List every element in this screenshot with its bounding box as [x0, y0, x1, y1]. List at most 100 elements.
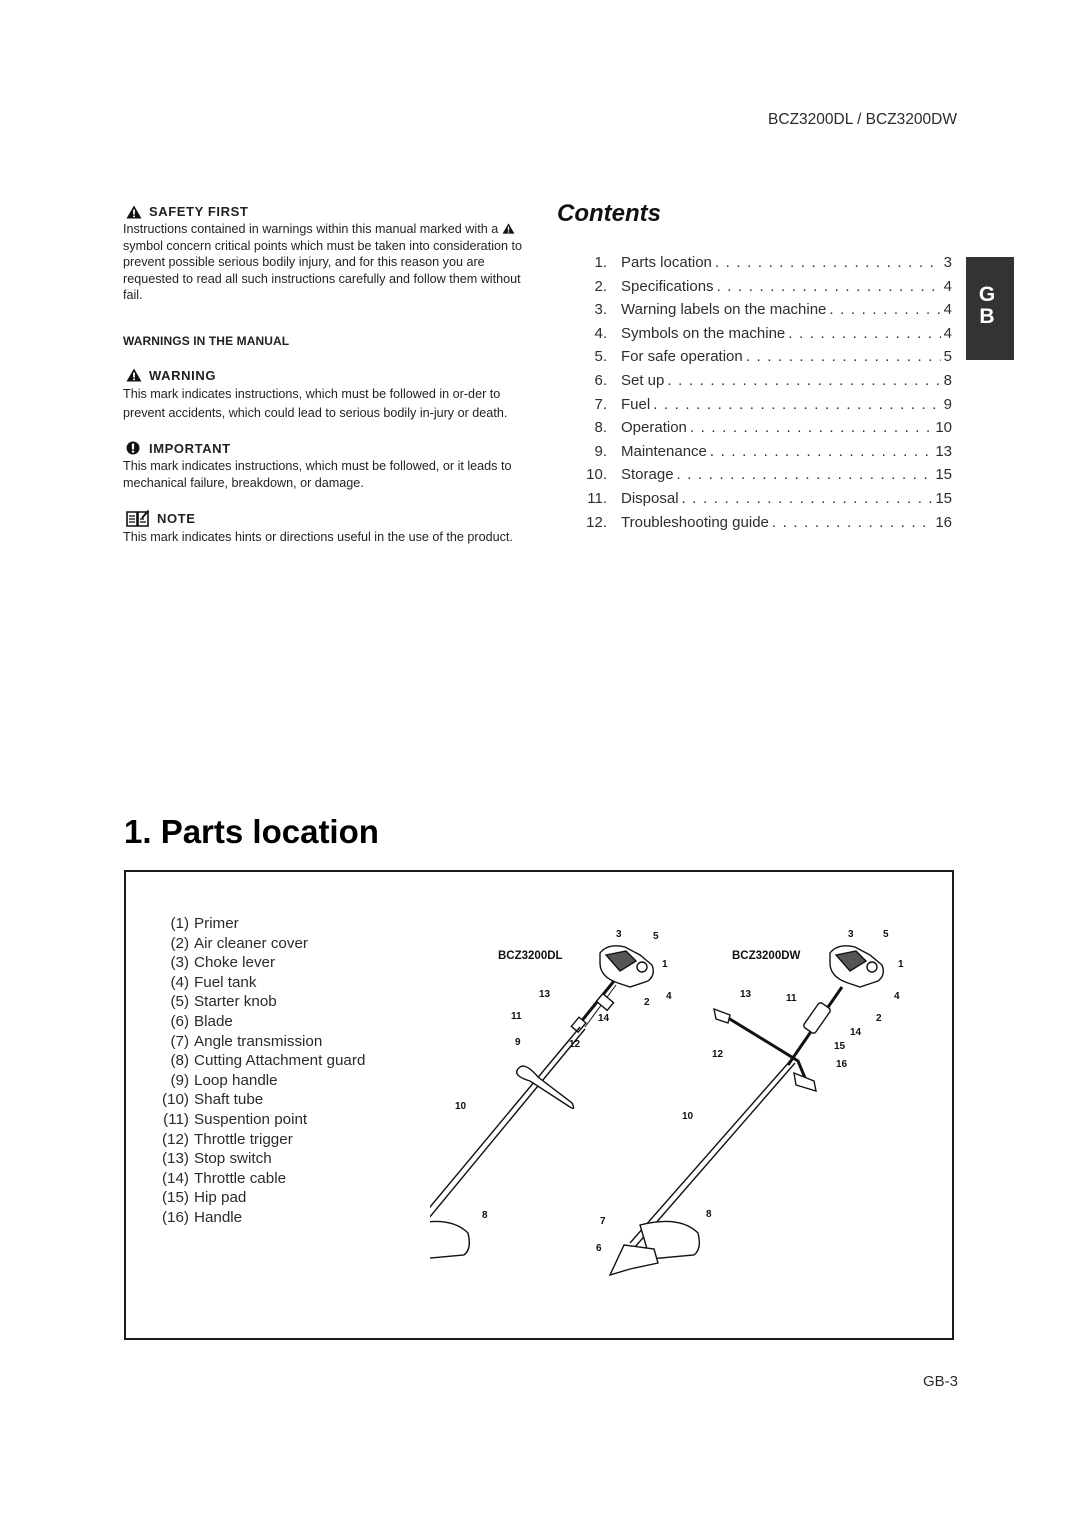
parts-list-item: (14) Throttle cable — [152, 1170, 365, 1190]
parts-list-item: (10) Shaft tube — [152, 1091, 365, 1111]
toc-item[interactable]: 3. Warning labels on the machine . . . . … — [560, 301, 952, 325]
callout-dw-4: 4 — [894, 991, 900, 1002]
toc-leader-dots: . . . . . . . . . . . . . . . . . . . . … — [676, 466, 933, 484]
toc-leader-dots: . . . . . . . . . . . . . . . . . . . . … — [709, 442, 932, 460]
warning-triangle-icon — [126, 205, 142, 219]
callout-dw-13: 13 — [740, 989, 752, 1000]
toc-item-number: 2. — [594, 277, 607, 295]
toc-item-label: Warning labels on the machine — [621, 301, 827, 319]
parts-list-item: (3) Choke lever — [152, 954, 365, 974]
callout-dw-5: 5 — [883, 929, 889, 940]
parts-list-item: (13) Stop switch — [152, 1150, 365, 1170]
language-tab: G B — [966, 257, 1014, 360]
part-label: Stop switch — [194, 1150, 272, 1168]
callout-dl-14: 14 — [598, 1013, 610, 1024]
part-label: Loop handle — [194, 1071, 278, 1089]
toc-leader-dots: . . . . . . . . . . . . . . . . . . . . … — [714, 254, 941, 271]
callout-dw-7: 7 — [600, 1216, 606, 1227]
part-number: (14) — [161, 1169, 189, 1187]
section-title: 1. Parts location — [124, 813, 379, 850]
callout-dl-3: 3 — [616, 929, 622, 940]
diagram-dl-model-label: BCZ3200DL — [498, 950, 563, 962]
toc-item-label: Disposal — [621, 489, 679, 507]
toc-item[interactable]: 7. Fuel . . . . . . . . . . . . . . . . .… — [560, 396, 952, 420]
part-number: (10) — [161, 1091, 189, 1109]
toc-item-label: Symbols on the machine — [621, 324, 786, 342]
toc-item-page: 5 — [943, 348, 952, 366]
part-number: (11) — [163, 1110, 189, 1128]
toc-item[interactable]: 9. Maintenance . . . . . . . . . . . . . … — [560, 443, 952, 467]
toc-item-page: 8 — [943, 371, 952, 389]
part-number: (5) — [170, 993, 189, 1011]
callout-dw-15: 15 — [834, 1041, 846, 1052]
toc-leader-dots: . . . . . . . . . . . . . . . . . . . . … — [745, 348, 941, 366]
toc-item[interactable]: 4. Symbols on the machine . . . . . . . .… — [560, 325, 952, 349]
parts-list-item: (9) Loop handle — [152, 1072, 365, 1092]
safety-first-heading: SAFETY FIRST — [126, 204, 527, 219]
callout-labels: 3514213111412910786351421311141512161078… — [366, 929, 904, 1254]
safety-column: SAFETY FIRST Instructions contained in w… — [123, 204, 527, 546]
toc-leader-dots: . . . . . . . . . . . . . . . . . . . . … — [653, 395, 940, 413]
toc-item[interactable]: 2. Specifications . . . . . . . . . . . .… — [560, 278, 952, 302]
toc-item-label: Maintenance — [621, 442, 707, 460]
language-tab-line2: B — [979, 305, 995, 328]
toc-item-number: 9. — [594, 442, 607, 460]
important-text: This mark indicates instructions, which … — [123, 458, 512, 490]
toc-item-number: 5. — [594, 348, 607, 366]
part-label: Angle transmission — [194, 1032, 323, 1050]
toc-leader-dots: . . . . . . . . . . . . . . . . . . . . … — [771, 513, 932, 531]
toc-item-number: 3. — [594, 301, 607, 319]
toc-item-label: Operation — [621, 419, 687, 437]
part-label: Primer — [194, 915, 239, 932]
note-heading: NOTE — [126, 509, 527, 527]
warning-heading: WARNING — [126, 368, 527, 383]
toc-item[interactable]: 8. Operation . . . . . . . . . . . . . . … — [560, 419, 952, 443]
toc-item-label: Storage — [621, 466, 674, 484]
parts-list-item: (4) Fuel tank — [152, 974, 365, 994]
part-number: (9) — [170, 1071, 189, 1089]
toc-leader-dots: . . . . . . . . . . . . . . . . . . . . … — [716, 277, 941, 295]
toc-item-number: 4. — [594, 324, 607, 342]
part-number: (4) — [170, 973, 189, 991]
toc-item-label: Set up — [621, 371, 665, 389]
callout-dl-11: 11 — [511, 1011, 522, 1022]
exclamation-circle-icon — [126, 441, 142, 455]
toc-item-number: 8. — [594, 419, 607, 437]
note-book-icon — [126, 509, 150, 527]
toc-item[interactable]: 6. Set up . . . . . . . . . . . . . . . .… — [560, 372, 952, 396]
callout-dw-3: 3 — [848, 929, 854, 940]
callout-dw-6: 6 — [596, 1243, 602, 1254]
toc-item[interactable]: 10. Storage . . . . . . . . . . . . . . .… — [560, 466, 952, 490]
part-label: Handle — [194, 1208, 243, 1226]
toc-leader-dots: . . . . . . . . . . . . . . . . . . . . … — [829, 301, 940, 319]
toc-item[interactable]: 11. Disposal . . . . . . . . . . . . . . … — [560, 490, 952, 514]
warnings-manual-heading: WARNINGS IN THE MANUAL — [123, 333, 290, 348]
safety-text-part2: symbol concern critical points which mus… — [123, 238, 522, 303]
note-text: This mark indicates hints or directions … — [123, 530, 513, 545]
callout-dw-1: 1 — [898, 959, 904, 970]
callout-dw-12: 12 — [712, 1049, 724, 1060]
toc-item[interactable]: 12. Troubleshooting guide . . . . . . . .… — [560, 514, 952, 538]
part-number: (2) — [170, 934, 189, 952]
callout-dl-10: 10 — [455, 1101, 467, 1112]
toc-item-label: Fuel — [621, 395, 651, 413]
toc-item-label: Parts location — [621, 254, 712, 271]
callout-dl-9: 9 — [515, 1037, 521, 1048]
part-label: Throttle trigger — [194, 1130, 293, 1148]
callout-dl-2: 2 — [644, 997, 650, 1008]
toc-item-number: 12. — [586, 513, 607, 531]
toc-item-page: 15 — [935, 489, 952, 507]
toc-item-number: 11. — [587, 489, 607, 507]
toc-leader-dots: . . . . . . . . . . . . . . . . . . . . … — [667, 371, 941, 389]
part-label: Choke lever — [194, 954, 276, 972]
callout-dl-13: 13 — [539, 989, 551, 1000]
parts-diagram: BCZ3200DL BCZ3200DW 3 5 1 4 2 13 11 14 1… — [366, 915, 930, 1320]
callout-dl-8: 8 — [482, 1210, 488, 1221]
toc-item-page: 3 — [943, 254, 952, 271]
toc-item[interactable]: 1. Parts location . . . . . . . . . . . .… — [560, 254, 952, 278]
language-tab-line1: G — [978, 283, 996, 306]
toc-item[interactable]: 5. For safe operation . . . . . . . . . .… — [560, 348, 952, 372]
part-number: (3) — [170, 954, 189, 972]
callout-dl-1: 1 — [662, 959, 668, 970]
part-label: Cutting Attachment guard — [194, 1052, 366, 1070]
